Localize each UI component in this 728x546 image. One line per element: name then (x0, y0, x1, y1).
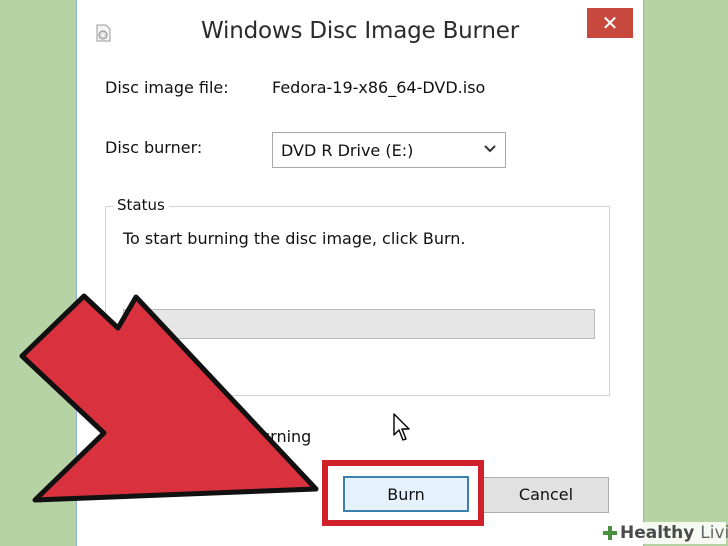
mouse-cursor-icon (393, 413, 410, 441)
watermark-text: Healthy Living (620, 523, 728, 543)
healthy-living-watermark: Healthy Living (598, 522, 728, 544)
healthy-living-logo-icon (603, 526, 617, 540)
burn-button-highlight (322, 460, 484, 526)
